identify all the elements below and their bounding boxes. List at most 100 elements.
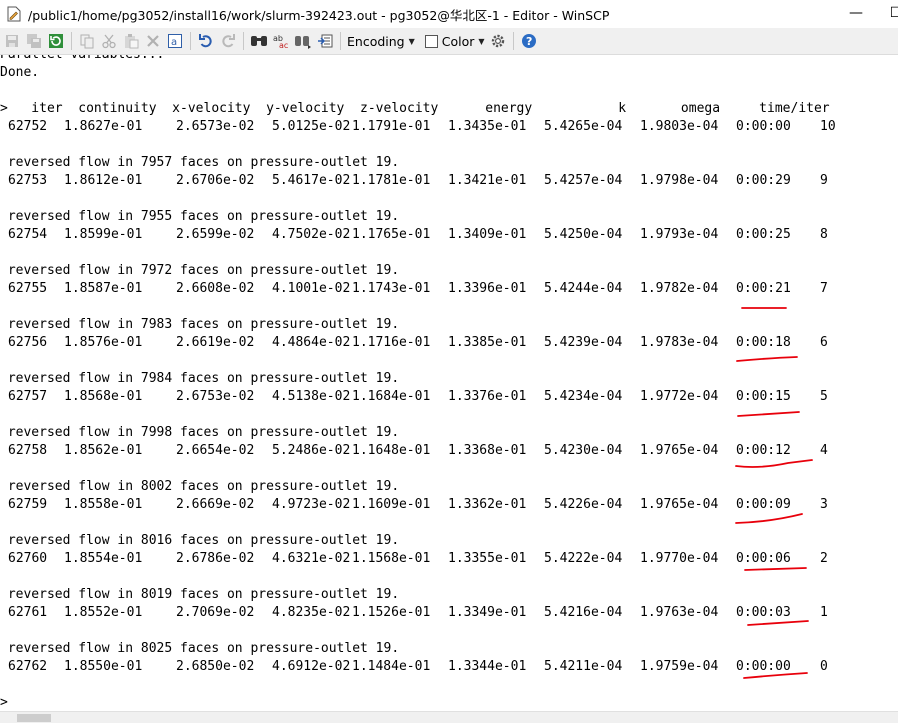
residual-cell-remaining: 2 <box>820 551 828 566</box>
reversed-flow-message: reversed flow in 7983 faces on pressure-… <box>0 317 400 332</box>
encoding-dropdown[interactable]: Encoding ▼ <box>347 34 415 49</box>
reload-icon[interactable] <box>46 31 66 51</box>
editor-line-partial: Parallel variables... <box>0 55 164 64</box>
residual-cell-time: 0:00:03 <box>736 605 791 620</box>
replace-icon[interactable]: ab ac <box>271 31 291 51</box>
red-underline-mark <box>737 411 800 417</box>
residual-cell-continuity: 1.8558e-01 <box>64 497 143 512</box>
residual-cell-y-velocity: 4.5138e-02 <box>272 389 351 404</box>
residual-cell-x-velocity: 2.6619e-02 <box>176 335 255 350</box>
residual-cell-x-velocity: 2.6669e-02 <box>176 497 255 512</box>
paste-icon[interactable] <box>121 31 141 51</box>
residual-cell-remaining: 5 <box>820 389 828 404</box>
find-icon[interactable] <box>249 31 269 51</box>
editor-document-icon <box>6 6 22 22</box>
maximize-button[interactable]: ☐ <box>876 2 898 24</box>
residual-cell-y-velocity: 4.7502e-02 <box>272 227 351 242</box>
residual-cell-continuity: 1.8612e-01 <box>64 173 143 188</box>
scrollbar-thumb[interactable] <box>17 714 51 722</box>
chevron-down-icon: ▼ <box>478 36 485 46</box>
residual-cell-time: 0:00:15 <box>736 389 791 404</box>
residual-cell-x-velocity: 2.7069e-02 <box>176 605 255 620</box>
toolbar-separator <box>340 32 341 50</box>
residual-cell-omega: 1.9803e-04 <box>640 119 719 134</box>
residual-cell-omega: 1.9763e-04 <box>640 605 719 620</box>
residual-cell-remaining: 9 <box>820 173 828 188</box>
svg-text:ac: ac <box>279 41 288 49</box>
residual-cell-energy: 1.3385e-01 <box>448 335 527 350</box>
residual-cell-continuity: 1.8576e-01 <box>64 335 143 350</box>
residual-cell-z-velocity: 1.1484e-01 <box>352 659 431 674</box>
find-next-icon[interactable] <box>293 31 313 51</box>
color-dropdown[interactable]: Color ▼ <box>424 33 485 49</box>
reversed-flow-message: reversed flow in 8019 faces on pressure-… <box>0 587 400 602</box>
editor-text-area[interactable]: Parallel variables... Done. > iter conti… <box>0 55 898 711</box>
residual-cell-k: 5.4222e-04 <box>544 551 623 566</box>
residual-cell-remaining: 7 <box>820 281 828 296</box>
residual-cell-omega: 1.9793e-04 <box>640 227 719 242</box>
chevron-down-icon: ▼ <box>408 36 415 46</box>
residual-cell-energy: 1.3376e-01 <box>448 389 527 404</box>
residual-cell-x-velocity: 2.6850e-02 <box>176 659 255 674</box>
residual-cell-remaining: 8 <box>820 227 828 242</box>
residual-cell-omega: 1.9783e-04 <box>640 335 719 350</box>
residual-cell-x-velocity: 2.6573e-02 <box>176 119 255 134</box>
help-icon[interactable]: ? <box>519 31 539 51</box>
color-label: Color <box>441 33 475 49</box>
residual-cell-iter: 62756 <box>8 335 48 350</box>
residual-cell-remaining: 4 <box>820 443 828 458</box>
reversed-flow-message: reversed flow in 8025 faces on pressure-… <box>0 641 400 656</box>
residual-cell-remaining: 0 <box>820 659 828 674</box>
delete-icon[interactable] <box>143 31 163 51</box>
residual-cell-k: 5.4239e-04 <box>544 335 623 350</box>
residual-cell-z-velocity: 1.1609e-01 <box>352 497 431 512</box>
copy-icon[interactable] <box>77 31 97 51</box>
residual-cell-iter: 62760 <box>8 551 48 566</box>
goto-line-icon[interactable] <box>315 31 335 51</box>
save-icon[interactable] <box>2 31 22 51</box>
residual-cell-z-velocity: 1.1684e-01 <box>352 389 431 404</box>
reversed-flow-message: reversed flow in 7972 faces on pressure-… <box>0 263 400 278</box>
residual-cell-z-velocity: 1.1568e-01 <box>352 551 431 566</box>
save-all-icon[interactable] <box>24 31 44 51</box>
color-checkbox[interactable] <box>424 34 438 48</box>
cut-icon[interactable] <box>99 31 119 51</box>
residual-cell-continuity: 1.8568e-01 <box>64 389 143 404</box>
minimize-button[interactable]: — <box>836 2 876 24</box>
residual-cell-k: 5.4234e-04 <box>544 389 623 404</box>
residual-cell-z-velocity: 1.1791e-01 <box>352 119 431 134</box>
residual-cell-iter: 62755 <box>8 281 48 296</box>
residual-cell-remaining: 10 <box>820 119 836 134</box>
residual-cell-x-velocity: 2.6706e-02 <box>176 173 255 188</box>
residual-cell-omega: 1.9759e-04 <box>640 659 719 674</box>
reversed-flow-message: reversed flow in 7998 faces on pressure-… <box>0 425 400 440</box>
reversed-flow-message: reversed flow in 7955 faces on pressure-… <box>0 209 400 224</box>
residual-cell-time: 0:00:00 <box>736 119 791 134</box>
residual-cell-x-velocity: 2.6753e-02 <box>176 389 255 404</box>
residual-header: > iter continuity x-velocity y-velocity … <box>0 101 830 116</box>
editor-toolbar: a ab ac Encoding ▼ Color ▼ ? <box>0 28 898 55</box>
redo-icon[interactable] <box>218 31 238 51</box>
select-all-icon[interactable]: a <box>165 31 185 51</box>
residual-cell-y-velocity: 5.2486e-02 <box>272 443 351 458</box>
residual-cell-energy: 1.3435e-01 <box>448 119 527 134</box>
residual-cell-iter: 62753 <box>8 173 48 188</box>
settings-icon[interactable] <box>488 31 508 51</box>
console-prompt: > <box>0 695 8 710</box>
residual-cell-k: 5.4211e-04 <box>544 659 623 674</box>
residual-cell-y-velocity: 5.0125e-02 <box>272 119 351 134</box>
residual-cell-omega: 1.9765e-04 <box>640 497 719 512</box>
undo-icon[interactable] <box>196 31 216 51</box>
residual-cell-continuity: 1.8552e-01 <box>64 605 143 620</box>
residual-cell-continuity: 1.8599e-01 <box>64 227 143 242</box>
reversed-flow-message: reversed flow in 8016 faces on pressure-… <box>0 533 400 548</box>
residual-cell-y-velocity: 4.4864e-02 <box>272 335 351 350</box>
horizontal-scrollbar[interactable] <box>0 711 898 723</box>
residual-cell-z-velocity: 1.1743e-01 <box>352 281 431 296</box>
reversed-flow-message: reversed flow in 7957 faces on pressure-… <box>0 155 400 170</box>
residual-cell-omega: 1.9765e-04 <box>640 443 719 458</box>
residual-cell-k: 5.4230e-04 <box>544 443 623 458</box>
residual-cell-y-velocity: 4.6912e-02 <box>272 659 351 674</box>
residual-cell-k: 5.4216e-04 <box>544 605 623 620</box>
residual-cell-energy: 1.3409e-01 <box>448 227 527 242</box>
